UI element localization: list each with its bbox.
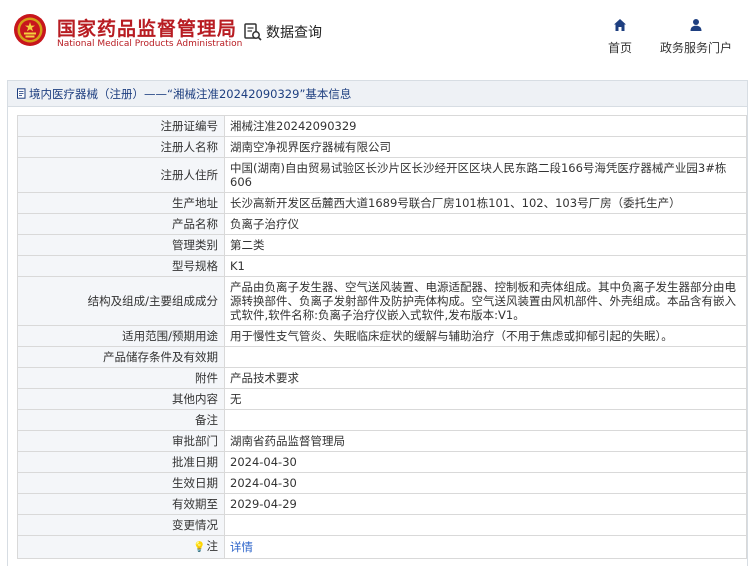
table-row: 结构及组成/主要组成成分 产品由负离子发生器、空气送风装置、电源适配器、控制板和… bbox=[17, 276, 747, 326]
row-value: K1 bbox=[224, 255, 747, 277]
brand-title: 国家药品监督管理局 bbox=[57, 18, 238, 40]
table-row: 适用范围/预期用途 用于慢性支气管炎、失眠临床症状的缓解与辅助治疗（不用于焦虑或… bbox=[17, 325, 747, 347]
row-label: 产品名称 bbox=[17, 213, 225, 235]
row-value: 湖南空净视界医疗器械有限公司 bbox=[224, 136, 747, 158]
row-label: 💡注 bbox=[17, 535, 225, 559]
row-value: 产品技术要求 bbox=[224, 367, 747, 389]
row-label: 适用范围/预期用途 bbox=[17, 325, 225, 347]
row-value: 2029-04-29 bbox=[224, 493, 747, 515]
row-value: 无 bbox=[224, 388, 747, 410]
details-link[interactable]: 详情 bbox=[230, 540, 253, 554]
row-label: 注册人住所 bbox=[17, 157, 225, 193]
table-row: 其他内容 无 bbox=[17, 388, 747, 410]
row-value: 产品由负离子发生器、空气送风装置、电源适配器、控制板和壳体组成。其中负离子发生器… bbox=[224, 276, 747, 326]
table-row: 变更情况 bbox=[17, 514, 747, 536]
breadcrumb: 境内医疗器械（注册）——“湘械注准20242090329”基本信息 bbox=[8, 81, 747, 107]
nav-gov-portal[interactable]: 政务服务门户 bbox=[656, 18, 736, 56]
row-value: 湘械注准20242090329 bbox=[224, 115, 747, 137]
row-label: 产品储存条件及有效期 bbox=[17, 346, 225, 368]
data-query-label: 数据查询 bbox=[266, 25, 322, 41]
table-row: 审批部门 湖南省药品监督管理局 bbox=[17, 430, 747, 452]
table-row: 注册人名称 湖南空净视界医疗器械有限公司 bbox=[17, 136, 747, 158]
info-table: 注册证编号 湘械注准20242090329 注册人名称 湖南空净视界医疗器械有限… bbox=[17, 115, 747, 559]
document-search-icon bbox=[244, 23, 262, 41]
table-row: 型号规格 K1 bbox=[17, 255, 747, 277]
breadcrumb-text: 境内医疗器械（注册）——“湘械注准20242090329”基本信息 bbox=[29, 86, 352, 101]
row-value bbox=[224, 514, 747, 536]
detail-panel: 境内医疗器械（注册）——“湘械注准20242090329”基本信息 注册证编号 … bbox=[7, 80, 748, 566]
row-label: 附件 bbox=[17, 367, 225, 389]
row-label: 生产地址 bbox=[17, 192, 225, 214]
row-label: 注册人名称 bbox=[17, 136, 225, 158]
table-row: 注册证编号 湘械注准20242090329 bbox=[17, 115, 747, 137]
table-row: 产品名称 负离子治疗仪 bbox=[17, 213, 747, 235]
row-value: 2024-04-30 bbox=[224, 472, 747, 494]
row-label: 注册证编号 bbox=[17, 115, 225, 137]
row-value: 用于慢性支气管炎、失眠临床症状的缓解与辅助治疗（不用于焦虑或抑郁引起的失眠）。 bbox=[224, 325, 747, 347]
table-row: 管理类别 第二类 bbox=[17, 234, 747, 256]
row-value: 2024-04-30 bbox=[224, 451, 747, 473]
table-row: 注册人住所 中国(湖南)自由贸易试验区长沙片区长沙经开区区块人民东路二段166号… bbox=[17, 157, 747, 193]
row-value: 负离子治疗仪 bbox=[224, 213, 747, 235]
table-row: 附件 产品技术要求 bbox=[17, 367, 747, 389]
row-label: 其他内容 bbox=[17, 388, 225, 410]
table-row: 备注 bbox=[17, 409, 747, 431]
row-value bbox=[224, 346, 747, 368]
user-icon bbox=[690, 19, 702, 31]
nav-gov-label: 政务服务门户 bbox=[659, 41, 732, 55]
row-label: 结构及组成/主要组成成分 bbox=[17, 276, 225, 326]
national-emblem-icon bbox=[14, 14, 46, 46]
table-row: 有效期至 2029-04-29 bbox=[17, 493, 747, 515]
row-value: 详情 bbox=[224, 535, 747, 559]
brand-subtitle: National Medical Products Administration bbox=[57, 39, 243, 49]
table-row: 生效日期 2024-04-30 bbox=[17, 472, 747, 494]
nav-home-label: 首页 bbox=[607, 41, 632, 55]
row-value: 湖南省药品监督管理局 bbox=[224, 430, 747, 452]
row-value bbox=[224, 409, 747, 431]
row-label: 型号规格 bbox=[17, 255, 225, 277]
row-label: 审批部门 bbox=[17, 430, 225, 452]
row-label: 变更情况 bbox=[17, 514, 225, 536]
table-row: 产品储存条件及有效期 bbox=[17, 346, 747, 368]
site-header: 国家药品监督管理局 National Medical Products Admi… bbox=[0, 0, 749, 70]
home-icon bbox=[614, 19, 626, 31]
row-label: 管理类别 bbox=[17, 234, 225, 256]
document-icon bbox=[17, 88, 26, 99]
row-value: 第二类 bbox=[224, 234, 747, 256]
table-row: 生产地址 长沙高新开发区岳麓西大道1689号联合厂房101栋101、102、10… bbox=[17, 192, 747, 214]
table-row: 批准日期 2024-04-30 bbox=[17, 451, 747, 473]
row-label: 备注 bbox=[17, 409, 225, 431]
row-value: 中国(湖南)自由贸易试验区长沙片区长沙经开区区块人民东路二段166号海凭医疗器械… bbox=[224, 157, 747, 193]
row-label: 批准日期 bbox=[17, 451, 225, 473]
lightbulb-icon: 💡 bbox=[193, 542, 206, 553]
table-row: 💡注 详情 bbox=[17, 535, 747, 559]
nav-home[interactable]: 首页 bbox=[606, 18, 634, 56]
note-label: 注 bbox=[206, 539, 219, 553]
row-label: 有效期至 bbox=[17, 493, 225, 515]
data-query-link[interactable]: 数据查询 bbox=[243, 22, 322, 42]
row-value: 长沙高新开发区岳麓西大道1689号联合厂房101栋101、102、103号厂房（… bbox=[224, 192, 747, 214]
row-label: 生效日期 bbox=[17, 472, 225, 494]
